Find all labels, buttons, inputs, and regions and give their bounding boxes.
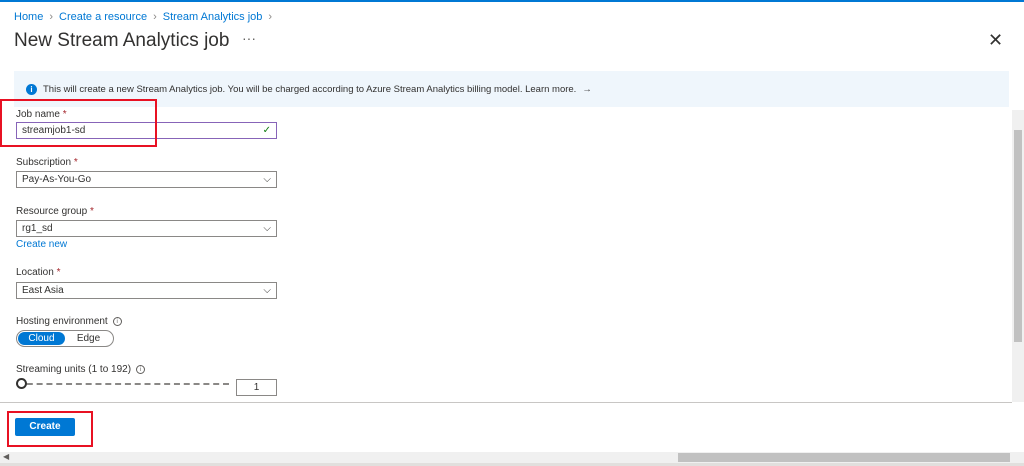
check-icon: ✓ <box>262 125 271 136</box>
scrollbar-thumb[interactable] <box>678 453 1010 462</box>
close-icon[interactable]: ✕ <box>988 30 1003 51</box>
footer-divider <box>0 402 1012 403</box>
info-banner: i This will create a new Stream Analytic… <box>14 71 1009 107</box>
chevron-right-icon: › <box>268 11 273 23</box>
label-text: Resource group <box>16 206 88 217</box>
highlight-box-job-name <box>0 99 157 147</box>
label-text: Location <box>16 267 54 278</box>
hosting-label: Hosting environment i <box>16 316 122 327</box>
streaming-units-slider[interactable] <box>17 383 229 385</box>
banner-text[interactable]: This will create a new Stream Analytics … <box>43 84 576 95</box>
hosting-option-cloud[interactable]: Cloud <box>18 332 65 345</box>
horizontal-scrollbar[interactable]: ◀ <box>0 452 1024 463</box>
scrollbar-thumb[interactable] <box>1014 130 1022 342</box>
breadcrumb-create-resource[interactable]: Create a resource <box>59 11 147 23</box>
select-value: East Asia <box>22 285 64 296</box>
info-icon: i <box>26 83 37 95</box>
label-text: Streaming units (1 to 192) <box>16 364 132 375</box>
vertical-scrollbar[interactable] <box>1012 110 1024 402</box>
breadcrumb: Home › Create a resource › Stream Analytic… <box>14 11 272 23</box>
subscription-select[interactable]: Pay-As-You-Go ⌵ <box>16 171 277 188</box>
highlight-box-create <box>7 411 93 447</box>
location-select[interactable]: East Asia ⌵ <box>16 282 277 299</box>
chevron-down-icon: ⌵ <box>263 223 271 234</box>
resource-group-label: Resource group * <box>16 206 94 217</box>
hosting-toggle[interactable]: Cloud Edge <box>16 330 114 347</box>
required-marker: * <box>73 157 78 168</box>
label-text: Subscription <box>16 157 72 168</box>
chevron-right-icon: › <box>49 11 54 23</box>
required-marker: * <box>89 206 94 217</box>
breadcrumb-stream-analytics[interactable]: Stream Analytics job <box>163 11 263 23</box>
top-accent-bar <box>0 0 1024 2</box>
select-value: rg1_sd <box>22 223 53 234</box>
create-new-link[interactable]: Create new <box>16 239 67 250</box>
info-icon[interactable]: i <box>112 316 122 326</box>
page-title: New Stream Analytics job <box>14 30 230 51</box>
chevron-right-icon: › <box>153 11 157 23</box>
subscription-label: Subscription * <box>16 157 78 168</box>
streaming-units-input[interactable]: 1 <box>236 379 277 396</box>
location-label: Location * <box>16 267 61 278</box>
hosting-option-edge[interactable]: Edge <box>65 332 112 345</box>
breadcrumb-home[interactable]: Home <box>14 11 43 23</box>
chevron-down-icon: ⌵ <box>263 174 271 185</box>
resource-group-select[interactable]: rg1_sd ⌵ <box>16 220 277 237</box>
label-text: Hosting environment <box>16 316 108 327</box>
arrow-right-icon[interactable]: → <box>582 84 592 95</box>
info-icon[interactable]: i <box>136 364 146 374</box>
more-options-icon[interactable]: ··· <box>242 30 256 46</box>
chevron-down-icon: ⌵ <box>263 285 271 296</box>
streaming-units-label: Streaming units (1 to 192) i <box>16 364 146 375</box>
required-marker: * <box>56 267 61 278</box>
slider-handle[interactable] <box>16 378 27 389</box>
select-value: Pay-As-You-Go <box>22 174 92 185</box>
scroll-left-icon[interactable]: ◀ <box>3 452 9 461</box>
